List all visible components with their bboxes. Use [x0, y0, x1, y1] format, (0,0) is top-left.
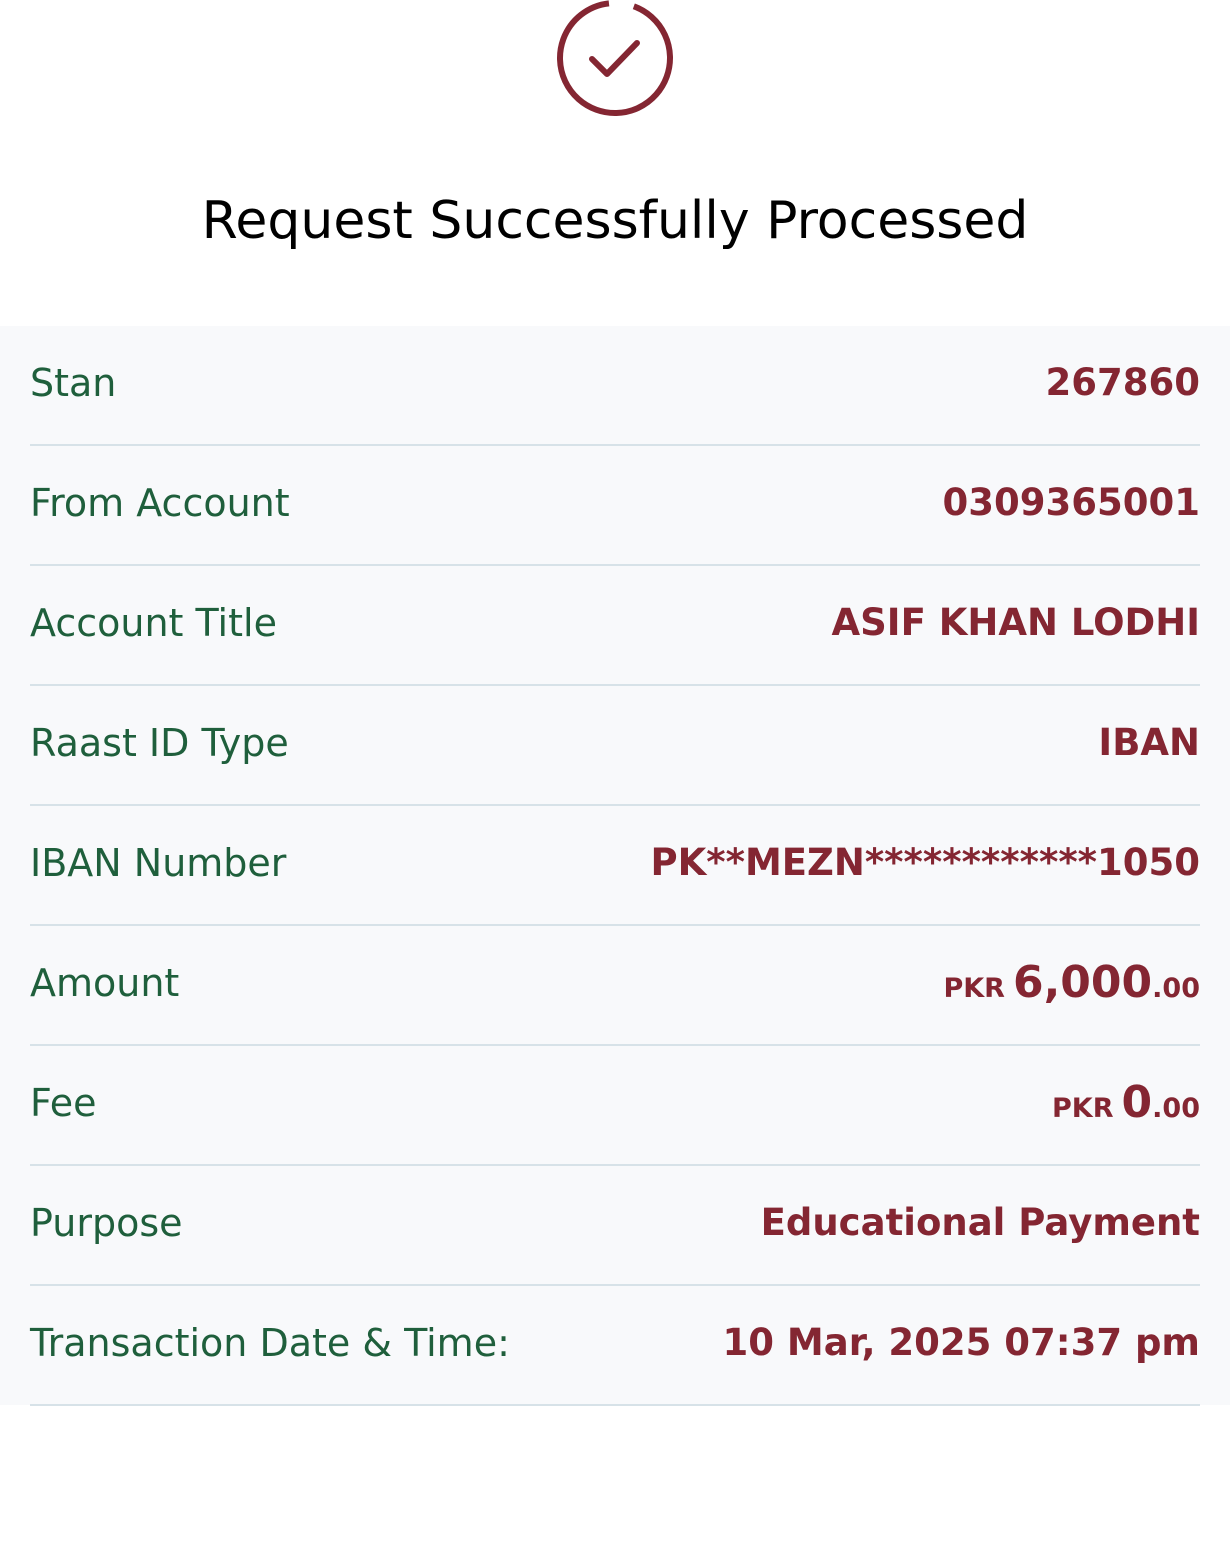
raast-id-type-label: Raast ID Type	[30, 721, 289, 765]
amount-currency: PKR	[943, 973, 1005, 1004]
detail-row-iban-number: IBAN Number PK**MEZN************1050	[30, 806, 1200, 926]
purpose-value: Educational Payment	[760, 1201, 1200, 1244]
from-account-label: From Account	[30, 481, 290, 525]
iban-number-label: IBAN Number	[30, 841, 287, 885]
check-circle-icon	[557, 0, 673, 116]
detail-row-amount: Amount PKR 6,000.00	[30, 926, 1200, 1046]
amount-label: Amount	[30, 961, 180, 1005]
transaction-datetime-label: Transaction Date & Time:	[30, 1321, 510, 1365]
iban-number-value: PK**MEZN************1050	[650, 841, 1200, 884]
from-account-value: 0309365001	[942, 481, 1200, 524]
raast-id-type-value: IBAN	[1098, 721, 1200, 764]
amount-decimal: .00	[1152, 973, 1200, 1004]
purpose-label: Purpose	[30, 1201, 183, 1245]
stan-value: 267860	[1045, 361, 1200, 404]
fee-decimal: .00	[1152, 1093, 1200, 1124]
detail-row-raast-id-type: Raast ID Type IBAN	[30, 686, 1200, 806]
detail-row-stan: Stan 267860	[30, 326, 1200, 446]
fee-whole: 0	[1121, 1077, 1153, 1128]
detail-row-transaction-datetime: Transaction Date & Time: 10 Mar, 2025 07…	[30, 1286, 1200, 1406]
page-title: Request Successfully Processed	[201, 191, 1029, 251]
stan-label: Stan	[30, 361, 117, 405]
transaction-details-panel: Stan 267860 From Account 0309365001 Acco…	[0, 326, 1230, 1406]
amount-value: PKR 6,000.00	[943, 958, 1200, 1014]
detail-row-fee: Fee PKR 0.00	[30, 1046, 1200, 1166]
account-title-value: ASIF KHAN LODHI	[831, 601, 1200, 644]
fee-currency: PKR	[1052, 1093, 1114, 1124]
account-title-label: Account Title	[30, 601, 277, 645]
fee-value: PKR 0.00	[1052, 1078, 1200, 1134]
transaction-datetime-value: 10 Mar, 2025 07:37 pm	[722, 1321, 1200, 1364]
detail-row-purpose: Purpose Educational Payment	[30, 1166, 1200, 1286]
amount-whole: 6,000	[1012, 957, 1153, 1008]
fee-label: Fee	[30, 1081, 97, 1125]
detail-row-account-title: Account Title ASIF KHAN LODHI	[30, 566, 1200, 686]
detail-row-from-account: From Account 0309365001	[30, 446, 1200, 566]
